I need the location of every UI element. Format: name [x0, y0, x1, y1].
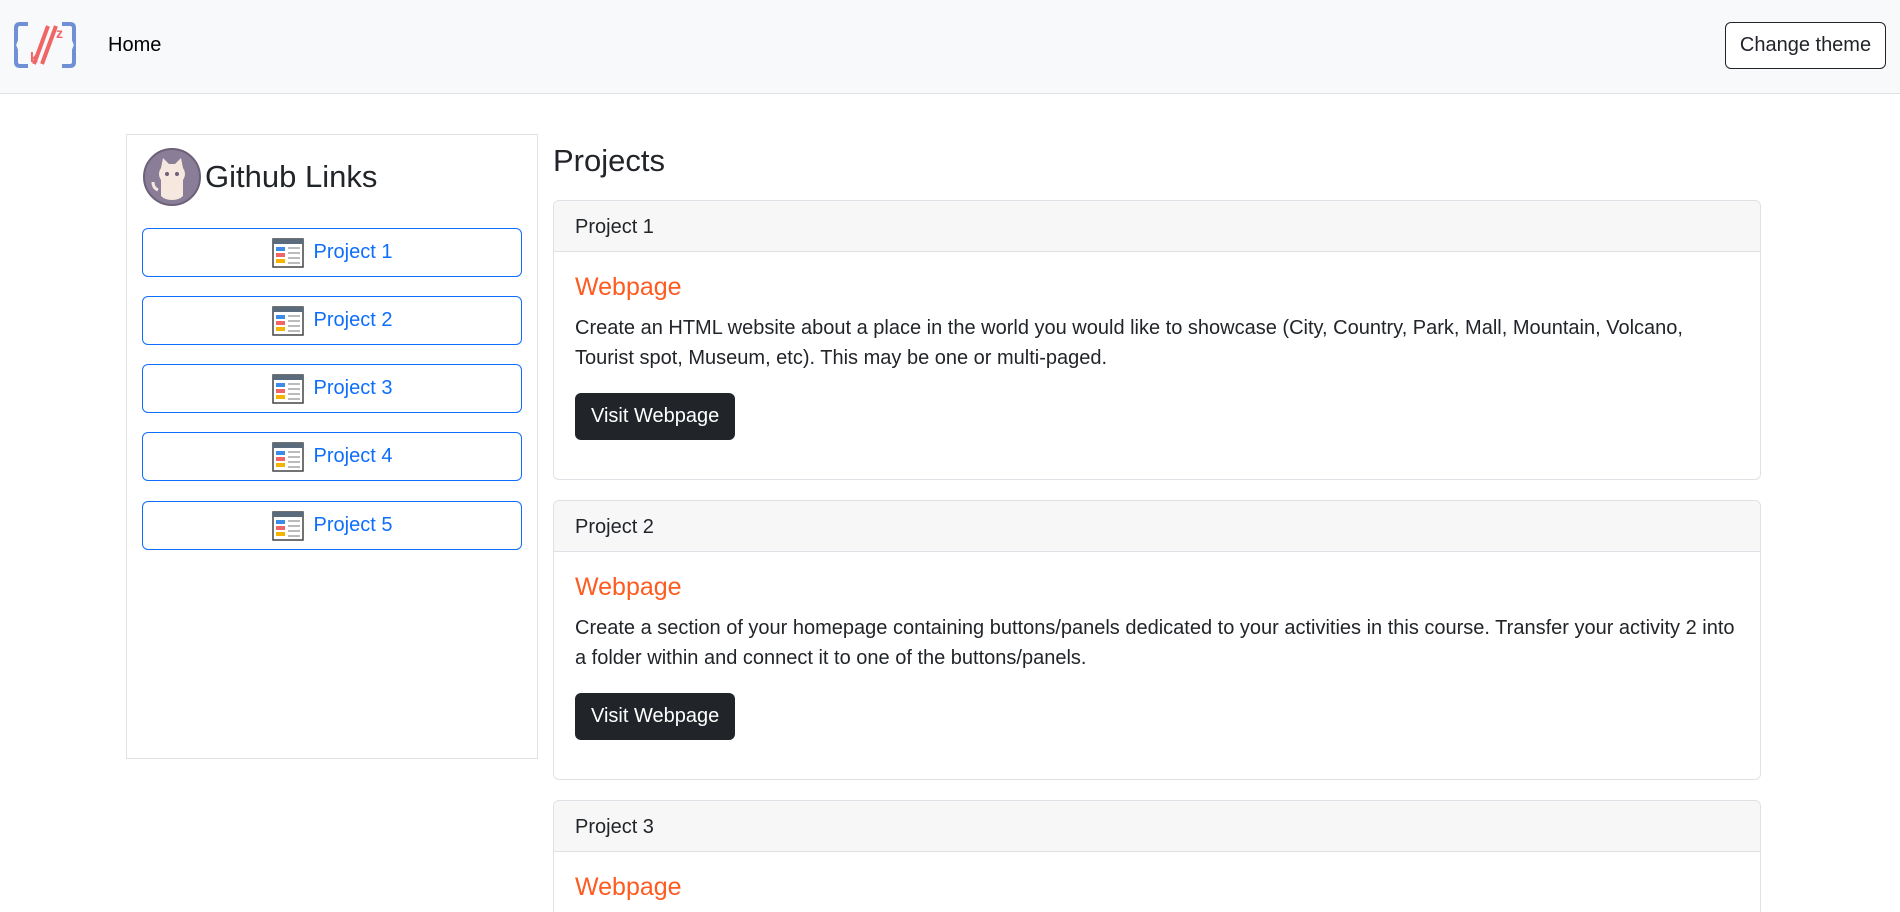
card-header: Project 2 — [554, 501, 1760, 552]
sidebar-link-project-5[interactable]: Project 5 — [142, 501, 522, 550]
project-card-1: Project 1 Webpage Create an HTML website… — [553, 200, 1761, 480]
card-header: Project 1 — [554, 201, 1760, 252]
brand-logo-icon[interactable]: k z — [14, 20, 76, 70]
sidebar-title: Github Links — [205, 159, 378, 194]
svg-text:k: k — [30, 49, 38, 65]
svg-text:z: z — [56, 25, 63, 41]
webpage-window-icon — [271, 441, 304, 472]
nav-home-link[interactable]: Home — [108, 34, 161, 57]
sidebar-link-label: Project 2 — [313, 309, 393, 331]
page-title: Projects — [553, 143, 665, 178]
sidebar-link-project-4[interactable]: Project 4 — [142, 432, 522, 481]
sidebar-link-label: Project 3 — [313, 377, 393, 399]
sidebar-link-label: Project 4 — [313, 445, 393, 467]
card-title: Webpage — [575, 873, 682, 901]
change-theme-button[interactable]: Change theme — [1725, 22, 1886, 69]
navbar: k z Home Change theme — [0, 0, 1900, 94]
visit-webpage-button[interactable]: Visit Webpage — [575, 693, 736, 740]
card-description: Create a section of your homepage contai… — [575, 617, 1735, 669]
sidebar-link-label: Project 1 — [313, 241, 393, 263]
sidebar-link-label: Project 5 — [313, 514, 393, 536]
webpage-window-icon — [271, 237, 304, 268]
sidebar-link-project-1[interactable]: Project 1 — [142, 228, 522, 277]
card-header: Project 3 — [554, 801, 1760, 852]
card-title: Webpage — [575, 273, 682, 301]
sidebar-header: Github Links — [143, 147, 377, 207]
card-body: Webpage — [554, 852, 1760, 902]
card-description: Create an HTML website about a place in … — [575, 317, 1683, 369]
webpage-window-icon — [271, 510, 304, 541]
webpage-window-icon — [271, 373, 304, 404]
project-card-3: Project 3 Webpage — [553, 800, 1761, 912]
sidebar-link-project-3[interactable]: Project 3 — [142, 364, 522, 413]
sidebar-github-links: Github Links Project 1 Project 2 Project… — [126, 134, 538, 759]
sidebar-link-project-2[interactable]: Project 2 — [142, 296, 522, 345]
visit-webpage-button[interactable]: Visit Webpage — [575, 393, 736, 440]
card-body: Webpage Create a section of your homepag… — [554, 552, 1760, 740]
card-body: Webpage Create an HTML website about a p… — [554, 252, 1760, 440]
card-title: Webpage — [575, 573, 682, 601]
project-card-2: Project 2 Webpage Create a section of yo… — [553, 500, 1761, 780]
webpage-window-icon — [271, 305, 304, 336]
github-octocat-icon — [143, 148, 201, 206]
